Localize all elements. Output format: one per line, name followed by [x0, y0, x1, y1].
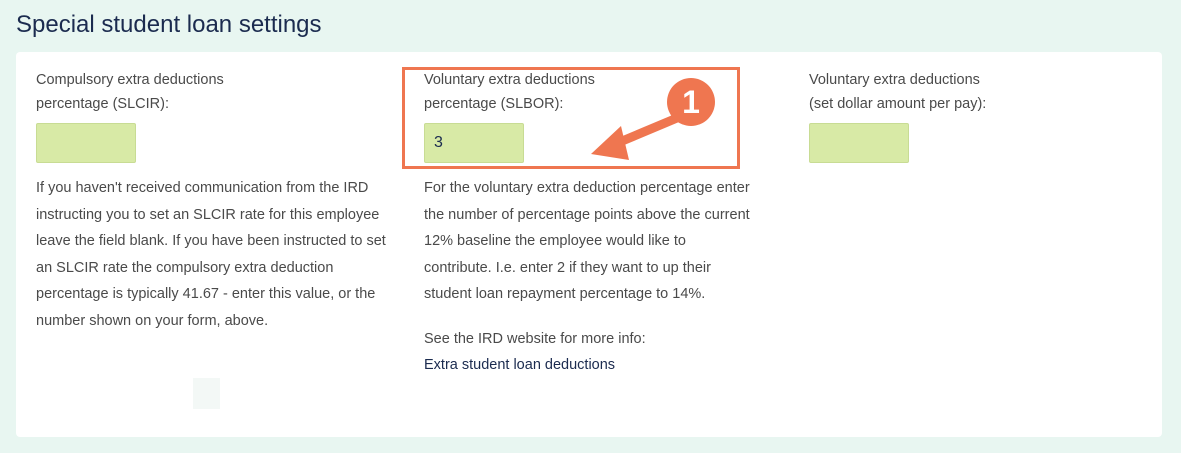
slcir-label: Compulsory extra deductions percentage (…	[36, 72, 224, 112]
dollar-amount-input[interactable]	[809, 123, 909, 163]
slcir-column: Compulsory extra deductions percentage (…	[36, 52, 386, 409]
more-info-label: See the IRD website for more info:	[424, 330, 646, 347]
slcir-help-text: If you haven't received communication fr…	[36, 180, 386, 329]
more-info: See the IRD website for more info: Extra…	[424, 326, 754, 378]
slbor-help-text: For the voluntary extra deduction percen…	[424, 180, 750, 302]
hidden-placeholder	[193, 378, 220, 409]
slbor-input[interactable]	[424, 123, 524, 163]
slcir-input[interactable]	[36, 123, 136, 163]
annotation-arrow-icon	[591, 113, 682, 160]
extra-student-loan-link[interactable]: Extra student loan deductions	[424, 352, 754, 378]
dollar-label: Voluntary extra deductions (set dollar a…	[809, 72, 987, 112]
annotation-badge: 1	[667, 78, 715, 126]
dollar-column: Voluntary extra deductions (set dollar a…	[809, 52, 1109, 163]
section-title: Special student loan settings	[16, 11, 322, 38]
